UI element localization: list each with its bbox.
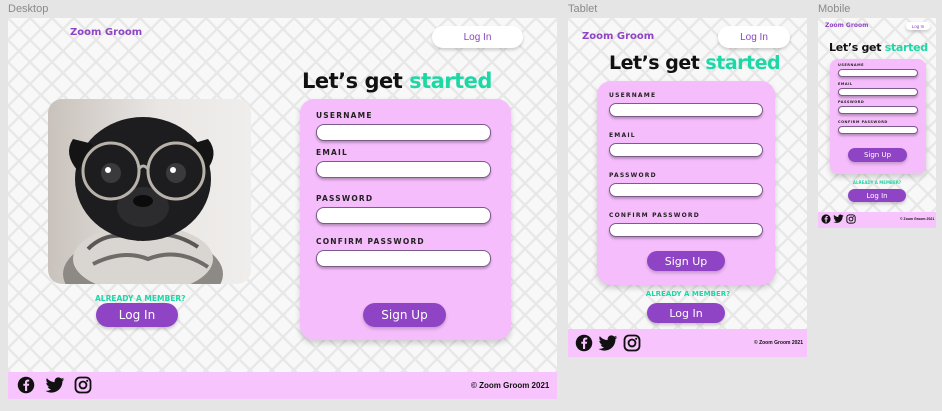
nav-login-button[interactable]: Log In: [718, 26, 790, 48]
confirm-password-label: CONFIRM PASSWORD: [609, 212, 700, 219]
page-title: Let’s get started: [609, 52, 781, 74]
confirm-password-label: CONFIRM PASSWORD: [316, 237, 425, 246]
email-field[interactable]: [838, 88, 918, 96]
username-field[interactable]: [316, 124, 491, 141]
signup-card: USERNAME EMAIL PASSWORD CONFIRM PASSWORD…: [597, 81, 775, 285]
brand-logo[interactable]: Zoom Groom: [70, 27, 142, 38]
signup-card: USERNAME EMAIL PASSWORD CONFIRM PASSWORD…: [830, 59, 926, 174]
confirm-password-field[interactable]: [316, 250, 491, 267]
nav-login-button[interactable]: Log In: [432, 26, 523, 48]
already-member-text: ALREADY A MEMBER?: [95, 294, 186, 303]
email-field[interactable]: [316, 161, 491, 178]
password-field[interactable]: [838, 106, 918, 114]
already-member-text: ALREADY A MEMBER?: [852, 180, 902, 185]
copyright: © Zoom Groom 2021: [754, 340, 803, 346]
social-links: [575, 334, 641, 352]
copyright: © Zoom Groom 2021: [900, 217, 935, 221]
member-login-button[interactable]: Log In: [96, 303, 178, 327]
username-label: USERNAME: [609, 92, 657, 99]
signup-button[interactable]: Sign Up: [363, 303, 446, 327]
pug-illustration: [63, 117, 223, 284]
title-accent: started: [884, 41, 928, 54]
twitter-icon[interactable]: [833, 214, 844, 224]
instagram-icon[interactable]: [74, 376, 92, 394]
email-field[interactable]: [609, 143, 763, 157]
twitter-icon[interactable]: [598, 334, 618, 352]
brand-logo[interactable]: Zoom Groom: [582, 31, 654, 42]
dog-photo: [48, 99, 251, 284]
email-label: EMAIL: [609, 132, 636, 139]
frame-label-desktop: Desktop: [8, 3, 49, 15]
confirm-password-field[interactable]: [838, 126, 918, 134]
password-field[interactable]: [609, 183, 763, 197]
copyright: © Zoom Groom 2021: [471, 381, 550, 390]
username-label: USERNAME: [316, 111, 373, 120]
instagram-icon[interactable]: [623, 334, 641, 352]
member-login-button[interactable]: Log In: [848, 189, 906, 202]
brand-logo[interactable]: Zoom Groom: [825, 22, 868, 29]
title-prefix: Let’s get: [302, 69, 403, 93]
tablet-frame: Zoom Groom Log In Let’s get started USER…: [568, 18, 807, 357]
footer: © Zoom Groom 2021: [818, 212, 936, 228]
confirm-password-field[interactable]: [609, 223, 763, 237]
instagram-icon[interactable]: [846, 214, 856, 224]
email-label: EMAIL: [838, 82, 853, 86]
password-field[interactable]: [316, 207, 491, 224]
password-label: PASSWORD: [838, 100, 865, 104]
signup-button[interactable]: Sign Up: [647, 251, 725, 271]
social-links: [821, 214, 856, 224]
member-login-button[interactable]: Log In: [647, 303, 725, 323]
facebook-icon[interactable]: [821, 214, 831, 224]
password-label: PASSWORD: [609, 172, 657, 179]
footer: © Zoom Groom 2021: [8, 372, 557, 399]
username-label: USERNAME: [838, 63, 864, 67]
mobile-frame: Zoom Groom Log In Let’s get started USER…: [818, 18, 936, 228]
email-label: EMAIL: [316, 148, 348, 157]
page-title: Let’s get started: [302, 69, 492, 93]
confirm-password-label: CONFIRM PASSWORD: [838, 120, 888, 124]
page-title: Let’s get started: [829, 41, 928, 54]
username-field[interactable]: [609, 103, 763, 117]
nav-login-button[interactable]: Log In: [906, 22, 930, 30]
twitter-icon[interactable]: [45, 376, 65, 394]
title-accent: started: [409, 69, 492, 93]
signup-button[interactable]: Sign Up: [848, 148, 907, 162]
signup-card: USERNAME EMAIL PASSWORD CONFIRM PASSWORD…: [300, 99, 511, 340]
frame-label-mobile: Mobile: [818, 3, 851, 15]
facebook-icon[interactable]: [17, 376, 35, 394]
social-links: [17, 376, 92, 394]
desktop-frame: Zoom Groom Log In ALREADY A MEMBER? Log …: [8, 18, 557, 399]
title-prefix: Let’s get: [609, 52, 700, 74]
footer: © Zoom Groom 2021: [568, 329, 807, 357]
already-member-text: ALREADY A MEMBER?: [645, 290, 731, 298]
password-label: PASSWORD: [316, 194, 374, 203]
title-prefix: Let’s get: [829, 41, 882, 54]
frame-label-tablet: Tablet: [568, 3, 598, 15]
title-accent: started: [705, 52, 781, 74]
facebook-icon[interactable]: [575, 334, 593, 352]
username-field[interactable]: [838, 69, 918, 77]
